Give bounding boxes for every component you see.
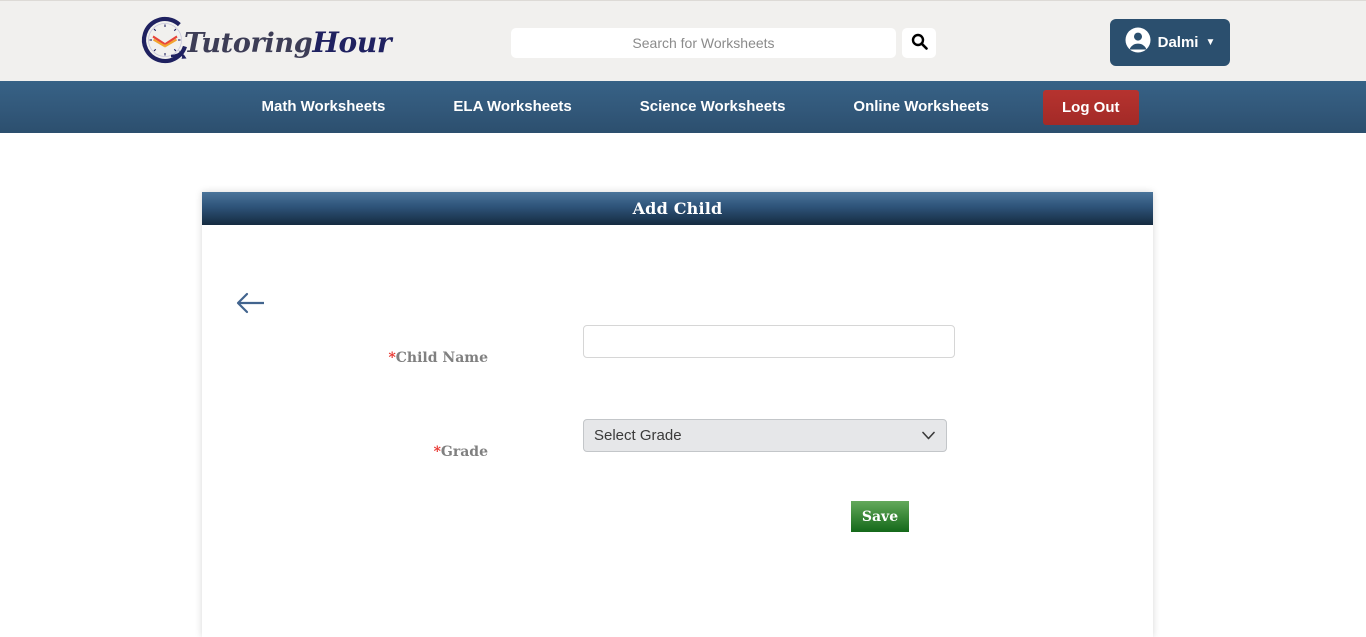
save-button[interactable]: Save [851, 501, 909, 532]
main-navigation: Math Worksheets ELA Worksheets Science W… [0, 81, 1366, 133]
nav-item-science-worksheets[interactable]: Science Worksheets [606, 81, 820, 133]
nav-item-ela-worksheets[interactable]: ELA Worksheets [419, 81, 605, 133]
chevron-down-icon: ▼ [1205, 36, 1216, 48]
nav-items: Math Worksheets ELA Worksheets Science W… [227, 81, 1139, 133]
account-name-label: Dalmi [1157, 34, 1199, 51]
search-area [511, 28, 936, 58]
form-row-grade: *Grade Select Grade [202, 419, 1153, 460]
page-title: Add Child [632, 199, 723, 218]
nav-item-math-worksheets[interactable]: Math Worksheets [227, 81, 419, 133]
grade-control: Select Grade [583, 419, 947, 452]
required-marker: * [388, 349, 396, 366]
child-name-control [583, 325, 955, 358]
grade-label: *Grade [202, 444, 490, 460]
clock-book-logo-icon [138, 14, 194, 70]
grade-select-wrapper: Select Grade [583, 419, 947, 452]
site-logo[interactable]: TutoringHour [138, 12, 392, 72]
site-header: TutoringHour Dalmi ▼ [0, 0, 1366, 81]
nav-item-online-worksheets[interactable]: Online Worksheets [819, 81, 1023, 133]
child-name-label: *Child Name [202, 350, 490, 366]
grade-select[interactable]: Select Grade [583, 419, 947, 452]
user-circle-icon [1125, 27, 1151, 58]
logo-word-accent: Hour [312, 25, 392, 59]
add-child-panel: Add Child *Child Name *Grade Select Grad… [202, 192, 1153, 637]
required-marker: * [433, 443, 441, 460]
search-input[interactable] [511, 28, 896, 58]
account-menu-button[interactable]: Dalmi ▼ [1110, 19, 1230, 66]
logo-wordmark: TutoringHour [184, 25, 392, 59]
arrow-left-icon[interactable] [234, 291, 266, 315]
logo-word-main: Tutoring [184, 27, 313, 59]
form-row-child-name: *Child Name [202, 325, 1153, 366]
child-name-label-text: Child Name [395, 349, 488, 366]
search-button[interactable] [902, 28, 936, 58]
panel-body: *Child Name *Grade Select Grade Save [202, 225, 1153, 637]
search-icon [911, 33, 928, 53]
logout-button[interactable]: Log Out [1043, 89, 1139, 125]
child-name-input[interactable] [583, 325, 955, 358]
panel-header: Add Child [202, 192, 1153, 225]
grade-label-text: Grade [440, 443, 488, 460]
